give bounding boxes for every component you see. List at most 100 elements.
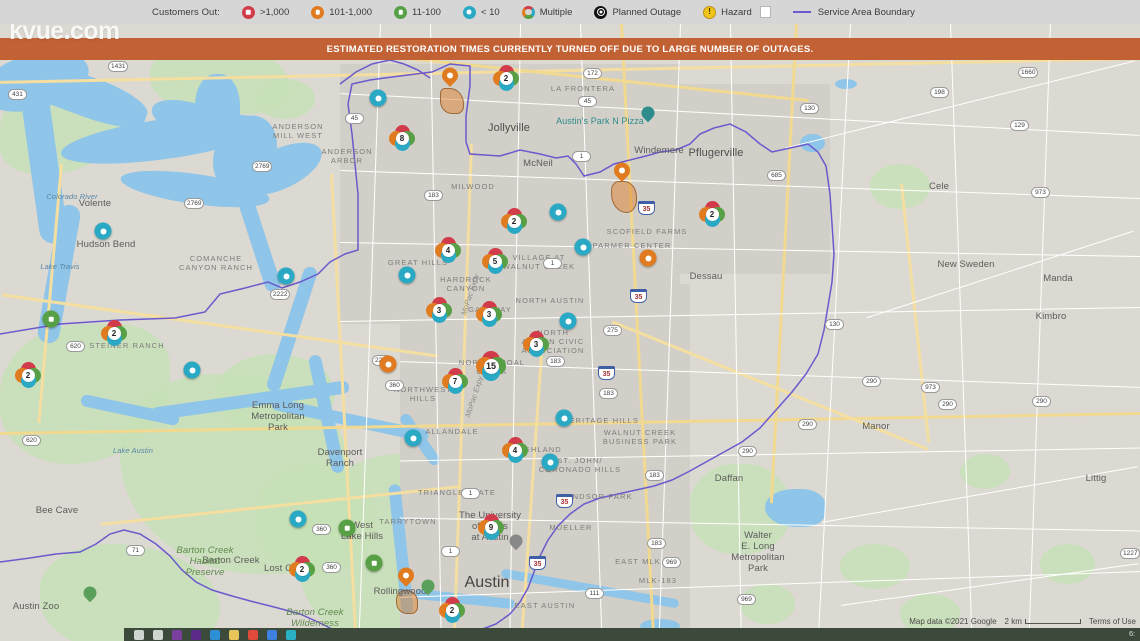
single-outage-dot-icon bbox=[183, 361, 201, 379]
taskbar-chrome-icon[interactable] bbox=[248, 629, 258, 640]
cluster-count-label: 3 bbox=[432, 303, 446, 317]
cluster-count-label: 7 bbox=[448, 374, 462, 388]
outage-marker-single-green-620[interactable] bbox=[42, 310, 60, 328]
cluster-count-label: 2 bbox=[499, 71, 513, 85]
legend-item-service-boundary[interactable]: Service Area Boundary bbox=[792, 7, 915, 18]
outage-marker-cluster-7-northwest[interactable]: 7 bbox=[442, 368, 468, 394]
taskbar-app3-icon[interactable] bbox=[267, 629, 277, 640]
single-outage-dot-icon bbox=[379, 355, 397, 373]
outage-pin-center-dot-icon bbox=[447, 72, 453, 79]
taskbar-system-tray[interactable]: 6: bbox=[1031, 628, 1140, 641]
cluster-count-label: 8 bbox=[395, 131, 409, 145]
outage-marker-cluster-3-gateway-e[interactable]: 3 bbox=[476, 301, 502, 327]
legend-item-outage-lt-10[interactable]: < 10 bbox=[462, 5, 500, 19]
outage-marker-cluster-2-lost-creek[interactable]: 2 bbox=[289, 556, 315, 582]
outage-marker-single-cyan-gateway[interactable] bbox=[398, 266, 416, 284]
legend-item-hazard[interactable]: Hazard bbox=[703, 5, 771, 19]
single-outage-dot-icon bbox=[42, 310, 60, 328]
terms-of-use-link[interactable]: Terms of Use bbox=[1089, 617, 1136, 626]
outage-gt-1000-label: >1,000 bbox=[259, 6, 290, 18]
legend-item-outage-101-1000[interactable]: 101-1,000 bbox=[311, 5, 373, 19]
outage-map[interactable]: Austin Jollyville McNeil Windemere Pflugervi… bbox=[0, 24, 1140, 641]
taskbar-taskview-icon[interactable] bbox=[153, 629, 163, 640]
outage-marker-single-cyan-park-line[interactable] bbox=[369, 89, 387, 107]
outage-marker-single-cyan-scofield[interactable] bbox=[549, 203, 567, 221]
outage-marker-single-green-zilker[interactable] bbox=[365, 554, 383, 572]
outage-marker-cluster-8-anderson[interactable]: 8 bbox=[389, 125, 415, 151]
hazard-toggle-checkbox[interactable] bbox=[759, 6, 771, 18]
outage-marker-pin-orange-wells[interactable] bbox=[610, 159, 634, 184]
outage-marker-cluster-15-shoal[interactable]: 15 bbox=[476, 351, 506, 381]
legend-items: >1,000 101-1,000 11-100 < 10 Multiple Planned… bbox=[220, 5, 915, 19]
single-outage-dot-icon bbox=[404, 429, 422, 447]
outage-marker-cluster-4-great-hills[interactable]: 4 bbox=[435, 237, 461, 263]
map-legend: Customers Out: >1,000 101-1,000 11-100 < 10… bbox=[0, 0, 1140, 24]
outage-marker-cluster-3-gateway-w[interactable]: 3 bbox=[426, 297, 452, 323]
cluster-count-label: 4 bbox=[441, 243, 455, 257]
outage-marker-pin-orange-zilker[interactable] bbox=[394, 564, 418, 589]
taskbar-search-icon[interactable] bbox=[134, 629, 144, 640]
cluster-count-label: 2 bbox=[295, 562, 309, 576]
legend-item-planned-outage[interactable]: Planned Outage bbox=[594, 5, 681, 19]
single-outage-dot-icon bbox=[559, 312, 577, 330]
outage-marker-single-orange-tech[interactable] bbox=[639, 249, 657, 267]
outage-marker-cluster-4-highland[interactable]: 4 bbox=[502, 437, 528, 463]
outage-11-100-label: 11-100 bbox=[412, 6, 441, 18]
outage-marker-cluster-2-round-rock[interactable]: 2 bbox=[493, 65, 519, 91]
outage-multiple-label: Multiple bbox=[539, 6, 573, 18]
taskbar-app2-icon[interactable] bbox=[191, 629, 201, 640]
cluster-count-label: 4 bbox=[508, 443, 522, 457]
boundary-line-swatch-icon bbox=[792, 11, 811, 13]
cluster-count-label: 3 bbox=[529, 337, 543, 351]
legend-item-outage-gt-1000[interactable]: >1,000 bbox=[241, 5, 290, 19]
cluster-count-label: 3 bbox=[482, 307, 496, 321]
taskbar-app4-icon[interactable] bbox=[286, 629, 296, 640]
taskbar-app1-icon[interactable] bbox=[172, 629, 182, 640]
outage-marker-single-cyan-davenport[interactable] bbox=[404, 429, 422, 447]
outage-marker-single-cyan-hudson[interactable] bbox=[94, 222, 112, 240]
outage-marker-single-cyan-comanche[interactable] bbox=[277, 267, 295, 285]
taskbar-left-gap bbox=[0, 628, 124, 641]
outage-marker-single-cyan-stjohn[interactable] bbox=[541, 453, 559, 471]
outage-marker-single-green-westlake[interactable] bbox=[338, 519, 356, 537]
outage-marker-cluster-3-civic[interactable]: 3 bbox=[523, 331, 549, 357]
map-attribution: Map data ©2021 Google 2 km Terms of Use bbox=[909, 617, 1136, 626]
outage-marker-cluster-2-downtown[interactable]: 2 bbox=[439, 597, 465, 623]
single-outage-dot-icon bbox=[338, 519, 356, 537]
map-scale-bar: 2 km bbox=[1005, 617, 1081, 626]
outage-marker-single-cyan-steiner-s[interactable] bbox=[183, 361, 201, 379]
outage-marker-pin-orange-jollyville[interactable] bbox=[438, 64, 462, 89]
outage-marker-cluster-2-milwood[interactable]: 2 bbox=[501, 208, 527, 234]
outage-marker-cluster-2-dessau[interactable]: 2 bbox=[699, 201, 725, 227]
outage-marker-cluster-5-hardrock[interactable]: 5 bbox=[482, 248, 508, 274]
map-outage-markers[interactable]: 2 8 2 4 5 3 3 3 15 7 4 9 2 2 2 2 2 bbox=[0, 24, 1140, 641]
single-outage-dot-icon bbox=[398, 266, 416, 284]
legend-item-outage-11-100[interactable]: 11-100 bbox=[394, 5, 441, 19]
outage-marker-single-cyan-heritage[interactable] bbox=[555, 409, 573, 427]
windows-taskbar[interactable] bbox=[124, 628, 1031, 641]
outage-marker-cluster-2-west[interactable]: 2 bbox=[15, 362, 41, 388]
outage-marker-single-cyan-360[interactable] bbox=[289, 510, 307, 528]
single-outage-dot-icon bbox=[94, 222, 112, 240]
single-outage-dot-icon bbox=[365, 554, 383, 572]
outage-marker-poi-pin-austins-park[interactable] bbox=[638, 103, 658, 124]
legend-item-outage-multiple[interactable]: Multiple bbox=[521, 5, 573, 19]
single-outage-dot-icon bbox=[549, 203, 567, 221]
outage-lt-10-label: < 10 bbox=[480, 6, 500, 18]
outage-marker-poi-pin-ut[interactable] bbox=[506, 531, 526, 552]
outage-marker-poi-pin-zoo[interactable] bbox=[80, 583, 100, 604]
poi-pin-icon bbox=[418, 576, 438, 596]
outage-marker-single-cyan-civic[interactable] bbox=[559, 312, 577, 330]
outage-marker-cluster-2-steiner[interactable]: 2 bbox=[101, 320, 127, 346]
taskbar-edge-icon[interactable] bbox=[210, 629, 220, 640]
taskbar-folder-icon[interactable] bbox=[229, 629, 239, 640]
outage-marker-poi-pin-zilker-park[interactable] bbox=[418, 576, 438, 597]
outage-marker-cluster-9-ut[interactable]: 9 bbox=[478, 514, 504, 540]
taskbar-clock[interactable]: 6: bbox=[1129, 631, 1135, 638]
outage-101-1000-label: 101-1,000 bbox=[329, 6, 373, 18]
outage-gt-1000-swatch-icon bbox=[241, 5, 255, 19]
outage-marker-single-orange-northwest[interactable] bbox=[379, 355, 397, 373]
poi-pin-icon bbox=[80, 583, 100, 603]
screen-root: Austin Jollyville McNeil Windemere Pflugervi… bbox=[0, 0, 1140, 641]
outage-marker-single-cyan-village[interactable] bbox=[574, 238, 592, 256]
